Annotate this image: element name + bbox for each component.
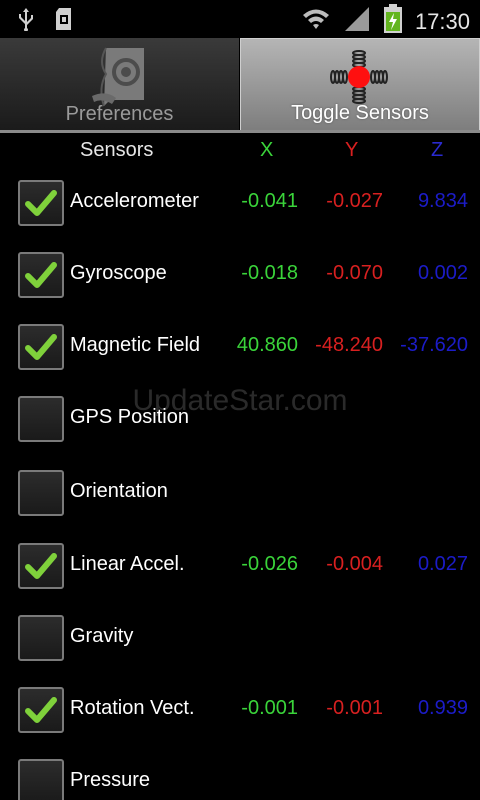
checkbox[interactable]: [18, 615, 64, 661]
sensor-row-magnetic-field: Magnetic Field 40.860 -48.240 -37.620: [0, 324, 480, 396]
value-y: -0.001: [326, 697, 383, 719]
value-x: -0.018: [241, 262, 298, 284]
sensor-row-gravity: Gravity: [0, 615, 480, 687]
tab-preferences[interactable]: Preferences: [0, 38, 240, 132]
sd-card-icon: [54, 7, 74, 36]
status-bar: 17:30: [0, 0, 480, 38]
tab-preferences-label: Preferences: [65, 103, 174, 125]
header-sensors: Sensors: [80, 139, 154, 161]
sensor-label: Accelerometer: [70, 190, 199, 212]
checkbox[interactable]: [18, 324, 64, 370]
value-z: 0.939: [417, 697, 468, 719]
checkmark-icon: [25, 262, 57, 288]
value-z: 0.027: [417, 553, 468, 575]
sensor-row-accelerometer: Accelerometer -0.041 -0.027 9.834: [0, 180, 480, 252]
value-x: -0.041: [241, 190, 298, 212]
checkbox[interactable]: [18, 543, 64, 589]
sensor-row-linear-accel: Linear Accel. -0.026 -0.004 0.027: [0, 543, 480, 615]
checkmark-icon: [25, 334, 57, 360]
sensor-label: GPS Position: [70, 406, 189, 428]
clock: 17:30: [414, 8, 470, 34]
header-y: Y: [345, 139, 359, 161]
sensor-label: Pressure: [70, 769, 151, 791]
checkbox[interactable]: [18, 252, 64, 298]
sensor-row-rotation-vect: Rotation Vect. -0.001 -0.001 0.939: [0, 687, 480, 759]
value-z: 0.002: [417, 262, 468, 284]
sensor-row-gyroscope: Gyroscope -0.018 -0.070 0.002: [0, 252, 480, 324]
sensor-label: Rotation Vect.: [70, 697, 195, 719]
checkmark-icon: [25, 190, 57, 216]
usb-icon: [16, 7, 36, 36]
sensor-row-gps-position: GPS Position: [0, 396, 480, 468]
value-x: -0.026: [241, 553, 298, 575]
checkbox[interactable]: [18, 687, 64, 733]
checkmark-icon: [25, 553, 57, 579]
tab-toggle-sensors-label: Toggle Sensors: [291, 102, 429, 124]
battery-charging-icon: [383, 4, 403, 39]
checkbox[interactable]: [18, 396, 64, 442]
sensor-label: Gravity: [70, 625, 134, 647]
value-x: -0.001: [241, 697, 298, 719]
value-y: -0.004: [326, 553, 383, 575]
header-x: X: [260, 139, 274, 161]
value-z: 9.834: [417, 190, 468, 212]
value-y: -48.240: [315, 334, 383, 356]
wifi-icon: [301, 6, 331, 37]
sensor-label: Orientation: [70, 480, 168, 502]
checkbox[interactable]: [18, 759, 64, 800]
checkmark-icon: [25, 697, 57, 723]
sensor-row-orientation: Orientation: [0, 470, 480, 542]
sensor-row-pressure: Pressure: [0, 759, 480, 800]
tab-toggle-sensors[interactable]: Toggle Sensors: [240, 38, 480, 132]
header-z: Z: [431, 139, 444, 161]
value-x: 40.860: [236, 334, 298, 356]
signal-icon: [343, 6, 371, 37]
sensor-label: Magnetic Field: [70, 334, 201, 356]
tab-bar: Preferences Toggle Sensors: [0, 38, 480, 132]
sensor-label: Linear Accel.: [70, 553, 185, 575]
checkbox[interactable]: [18, 470, 64, 516]
column-header: Sensors X Y Z: [0, 134, 480, 168]
tab-divider: [0, 130, 480, 133]
sensor-label: Gyroscope: [70, 262, 167, 284]
value-y: -0.070: [326, 262, 383, 284]
checkbox[interactable]: [18, 180, 64, 226]
value-y: -0.027: [326, 190, 383, 212]
value-z: -37.620: [400, 334, 468, 356]
